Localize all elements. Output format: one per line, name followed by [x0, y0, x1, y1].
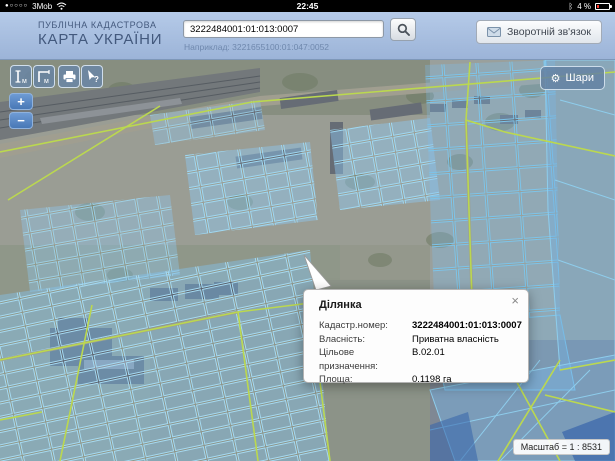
print-icon	[62, 70, 77, 84]
envelope-icon	[487, 27, 501, 37]
search-icon	[397, 23, 410, 36]
popup-title: Ділянка	[319, 299, 516, 311]
measure-length-icon: м	[14, 69, 28, 84]
parcel-info-popup: Ділянка × Кадастр.номер: 3222484001:01:0…	[303, 289, 529, 383]
logo-line1: ПУБЛІЧНА КАДАСТРОВА	[38, 20, 162, 30]
help-button[interactable]: ?	[81, 65, 103, 88]
map-area: м м ? + − ⚙ Ша	[0, 60, 615, 461]
logo-line2: КАРТА УКРАЇНИ	[38, 31, 162, 48]
svg-text:м: м	[22, 78, 27, 84]
search-button[interactable]	[390, 18, 416, 41]
print-button[interactable]	[58, 65, 80, 88]
app-logo: ПУБЛІЧНА КАДАСТРОВА КАРТА УКРАЇНИ	[38, 20, 162, 48]
feedback-button[interactable]: Зворотній зв'язок	[476, 20, 602, 44]
popup-rows: Кадастр.номер: 3222484001:01:013:0007 Вл…	[319, 319, 516, 387]
row-value: B.02.01	[412, 346, 445, 373]
row-label: Цільове призначення:	[319, 346, 412, 373]
row-value: 0.1198 га	[412, 373, 452, 387]
feedback-label: Зворотній зв'язок	[507, 26, 591, 38]
help-cursor-icon: ?	[85, 69, 100, 84]
popup-row-cadastral-number: Кадастр.номер: 3222484001:01:013:0007	[319, 319, 516, 333]
svg-text:?: ?	[94, 75, 99, 84]
layers-label: Шари	[566, 72, 594, 84]
svg-text:м: м	[44, 78, 49, 84]
zoom-in-button[interactable]: +	[9, 93, 33, 110]
measure-toolbar: м м	[10, 65, 55, 88]
row-value: 3222484001:01:013:0007	[412, 319, 522, 333]
app-header: ПУБЛІЧНА КАДАСТРОВА КАРТА УКРАЇНИ Наприк…	[0, 12, 615, 60]
layers-button[interactable]: ⚙ Шари	[540, 66, 605, 90]
clock-label: 22:45	[0, 1, 615, 11]
measure-length-button[interactable]: м	[10, 65, 32, 88]
measure-area-button[interactable]: м	[33, 65, 55, 88]
gear-icon: ⚙	[551, 72, 561, 85]
row-label: Кадастр.номер:	[319, 319, 412, 333]
popup-row-area: Площа: 0.1198 га	[319, 373, 516, 387]
close-icon[interactable]: ×	[511, 294, 519, 308]
search-hint-label: Наприклад: 3221655100:01:047:0052	[184, 42, 329, 52]
popup-row-ownership: Власність: Приватна власність	[319, 333, 516, 347]
scale-indicator: Масштаб = 1 : 8531	[513, 439, 610, 455]
cursor-pointer	[303, 254, 335, 294]
utility-toolbar: ?	[58, 65, 103, 88]
status-bar: ●○○○○ 3Mob 22:45 ᛒ 4 %	[0, 0, 615, 12]
row-value: Приватна власність	[412, 333, 499, 347]
cadastral-search-input[interactable]	[183, 20, 384, 38]
zoom-out-button[interactable]: −	[9, 112, 33, 129]
battery-icon	[595, 3, 610, 10]
row-label: Площа:	[319, 373, 412, 387]
measure-area-icon: м	[37, 69, 52, 84]
row-label: Власність:	[319, 333, 412, 347]
popup-row-purpose: Цільове призначення: B.02.01	[319, 346, 516, 373]
